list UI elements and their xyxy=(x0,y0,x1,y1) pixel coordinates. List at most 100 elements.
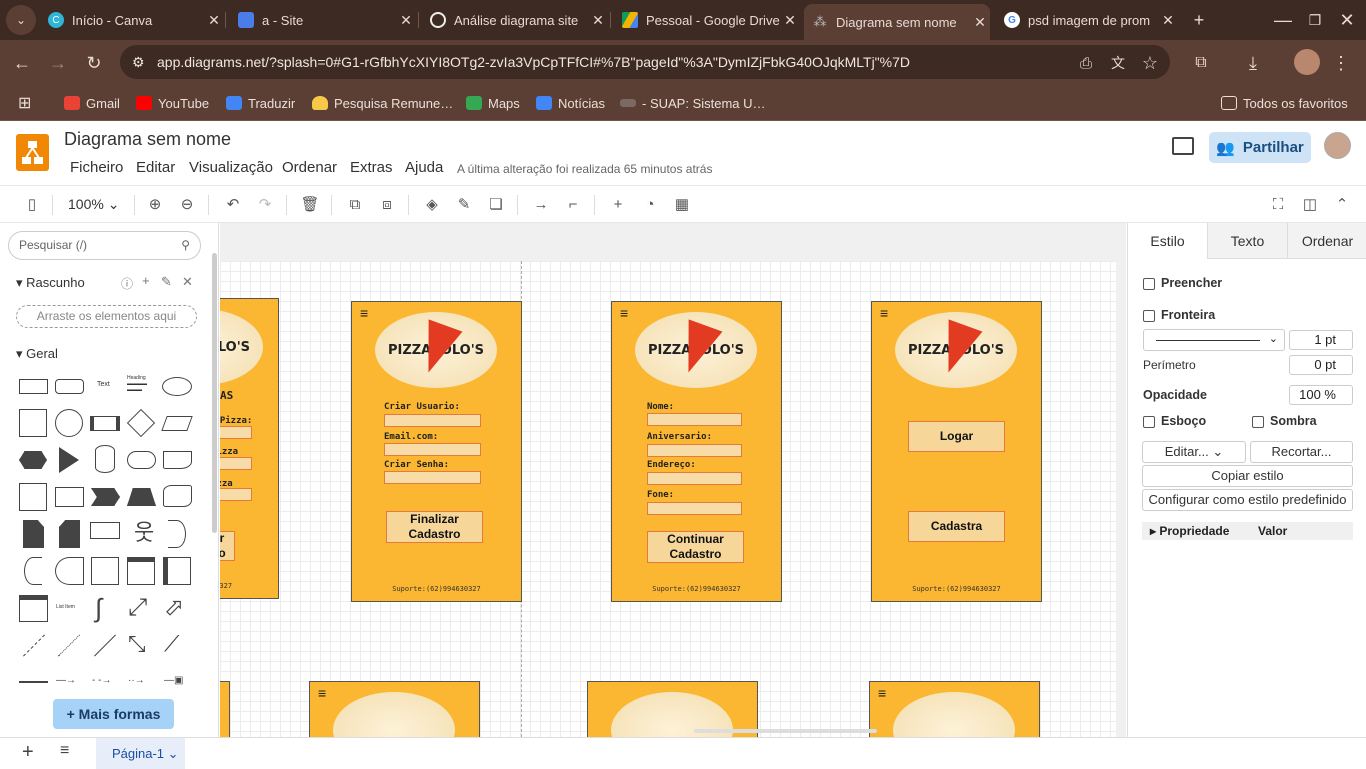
ellipse-shape[interactable] xyxy=(162,377,192,396)
panel-toggle-icon[interactable]: ◫ xyxy=(1300,195,1320,215)
circle-shape[interactable] xyxy=(55,409,83,437)
set-default-style-button[interactable]: Configurar como estilo predefinido xyxy=(1142,489,1353,511)
close-window-icon[interactable]: ✕ xyxy=(1332,5,1362,35)
arrow-shape[interactable]: ⬀ xyxy=(164,593,184,623)
perimeter-input[interactable]: 0 pt xyxy=(1289,355,1353,375)
tab-google[interactable]: G psd imagem de prom ✕ xyxy=(996,6,1178,34)
cube-shape[interactable] xyxy=(55,487,84,507)
swimlane-shape[interactable] xyxy=(127,557,155,585)
bookmark-traduzir[interactable]: Traduzir xyxy=(226,92,295,114)
note-shape[interactable] xyxy=(23,520,44,548)
menu-editar[interactable]: Editar xyxy=(136,159,175,176)
text-field[interactable] xyxy=(384,414,481,427)
bookmark-pesquisa[interactable]: Pesquisa Remune… xyxy=(312,92,453,114)
waypoints-icon[interactable]: ⌐ xyxy=(563,195,583,215)
hamburger-menu-icon[interactable]: ≡ xyxy=(880,306,888,320)
scratchpad-header[interactable]: ▾ Rascunho xyxy=(16,275,85,291)
fill-checkbox[interactable] xyxy=(1143,278,1155,290)
diamond-shape[interactable] xyxy=(126,408,156,438)
dashed-line-shape[interactable] xyxy=(23,634,45,657)
apps-grid-icon[interactable]: ⊞ xyxy=(18,92,31,114)
crop-button[interactable]: Recortar... xyxy=(1250,441,1353,463)
general-header[interactable]: ▾ Geral xyxy=(16,346,58,362)
bidirectional-connector-shape[interactable]: ⤡ xyxy=(128,631,146,657)
sidebar-scrollbar[interactable] xyxy=(212,253,217,533)
document-shape[interactable] xyxy=(163,451,192,469)
extensions-icon[interactable]: ⧉ xyxy=(1186,48,1216,78)
text-shape[interactable]: Text xyxy=(97,381,110,388)
trapezoid-shape[interactable] xyxy=(127,488,156,506)
text-field[interactable] xyxy=(647,413,742,426)
fullscreen-icon[interactable]: ⛶ xyxy=(1268,195,1288,215)
connector-dashed-shape[interactable]: - -→ xyxy=(92,675,111,686)
menu-ajuda[interactable]: Ajuda xyxy=(405,159,443,176)
last-save-status[interactable]: A última alteração foi realizada 65 minu… xyxy=(457,162,712,176)
mockup-screen-cadastro[interactable]: ≡ PIZZACOLO'S Criar Usuario: Email.com: … xyxy=(351,301,522,602)
install-app-icon[interactable]: ⎙ xyxy=(1071,48,1101,78)
list-item-shape[interactable]: List Item xyxy=(56,604,75,610)
cylinder-shape[interactable] xyxy=(95,445,115,473)
shape-search-input[interactable]: Pesquisar (/) ⚲ xyxy=(8,231,201,260)
format-panel-toggle-icon[interactable]: ▯ xyxy=(22,195,42,215)
scratchpad-edit-icon[interactable]: ✎ xyxy=(161,274,172,290)
connector-dotted-shape[interactable]: ··→ xyxy=(128,675,145,686)
close-tab-icon[interactable]: ✕ xyxy=(204,12,224,29)
tab-analise[interactable]: Análise diagrama site ✕ xyxy=(422,6,608,34)
logar-button[interactable]: Logar xyxy=(908,421,1005,452)
zoom-in-icon[interactable]: ⊕ xyxy=(145,195,165,215)
address-bar[interactable]: ⚙ app.diagrams.net/?splash=0#G1-rGfbhYcX… xyxy=(120,45,1170,79)
mockup-screen-login[interactable]: ≡ PIZZACOLO'S Logar Cadastra Suporte:(62… xyxy=(871,301,1042,602)
triangle-shape[interactable] xyxy=(59,447,79,473)
add-page-button[interactable]: + xyxy=(22,741,34,764)
scratchpad-close-icon[interactable]: ✕ xyxy=(182,274,193,290)
bookmark-noticias[interactable]: Notícias xyxy=(536,92,605,114)
cadastra-button[interactable]: Cadastra xyxy=(908,511,1005,542)
site-settings-icon[interactable]: ⚙ xyxy=(132,45,145,79)
bookmark-maps[interactable]: Maps xyxy=(466,92,520,114)
kebab-menu-icon[interactable]: ⋮ xyxy=(1326,48,1356,78)
opacity-input[interactable]: 100 % xyxy=(1289,385,1353,405)
more-shapes-button[interactable]: + Mais formas xyxy=(53,699,174,729)
hamburger-menu-icon[interactable]: ≡ xyxy=(620,306,628,320)
hamburger-menu-icon[interactable]: ≡ xyxy=(318,686,326,700)
undo-icon[interactable]: ↶ xyxy=(223,195,243,215)
menu-ordenar[interactable]: Ordenar xyxy=(282,159,337,176)
share-button[interactable]: 👥 Partilhar xyxy=(1209,132,1311,163)
bookmark-gmail[interactable]: Gmail xyxy=(64,92,120,114)
text-field[interactable] xyxy=(384,471,481,484)
scratchpad-add-icon[interactable]: + xyxy=(142,273,150,288)
zoom-out-icon[interactable]: ⊖ xyxy=(177,195,197,215)
reload-icon[interactable]: ↻ xyxy=(79,48,109,78)
close-tab-icon[interactable]: ✕ xyxy=(780,12,800,29)
minimize-icon[interactable]: — xyxy=(1268,5,1298,35)
data-storage-shape[interactable] xyxy=(55,557,84,585)
vertical-container-shape[interactable] xyxy=(163,557,191,585)
scratchpad-help-icon[interactable]: ⓘ xyxy=(121,275,133,292)
connection-icon[interactable]: → xyxy=(531,195,551,215)
translate-page-icon[interactable]: 文 xyxy=(1103,48,1133,78)
directional-connector-shape[interactable]: ⟋ xyxy=(164,631,179,657)
mockup-screen-dados[interactable]: ≡ PIZZACOLO'S Nome: Aniversario: Endereç… xyxy=(611,301,782,602)
page-tab[interactable]: Página-1 ⌄ xyxy=(96,738,185,769)
close-tab-icon[interactable]: ✕ xyxy=(588,12,608,29)
list-shape[interactable] xyxy=(19,595,48,622)
mockup-screen-partial[interactable]: ≡ xyxy=(309,681,480,737)
text-field[interactable] xyxy=(647,444,742,457)
canvas-vertical-scrollbar[interactable] xyxy=(1116,223,1126,737)
text-field[interactable] xyxy=(647,502,742,515)
or-shape[interactable] xyxy=(168,520,186,548)
collapse-icon[interactable]: ⌃ xyxy=(1332,195,1352,215)
sketch-checkbox[interactable] xyxy=(1143,416,1155,428)
text-field[interactable] xyxy=(647,472,742,485)
close-tab-icon[interactable]: ✕ xyxy=(1158,12,1178,29)
shadow-icon[interactable]: ❏ xyxy=(486,195,506,215)
insert-icon[interactable]: + xyxy=(608,195,628,215)
dotted-line-shape[interactable] xyxy=(58,634,80,657)
to-front-icon[interactable]: ⧉ xyxy=(345,195,365,215)
back-icon[interactable]: ← xyxy=(7,48,37,78)
actor-shape[interactable]: 웃 xyxy=(134,519,154,547)
bookmark-youtube[interactable]: YouTube xyxy=(136,92,209,114)
hexagon-shape[interactable] xyxy=(19,451,47,469)
callout-shape[interactable] xyxy=(90,522,120,539)
delete-icon[interactable]: 🗑 xyxy=(300,195,320,215)
